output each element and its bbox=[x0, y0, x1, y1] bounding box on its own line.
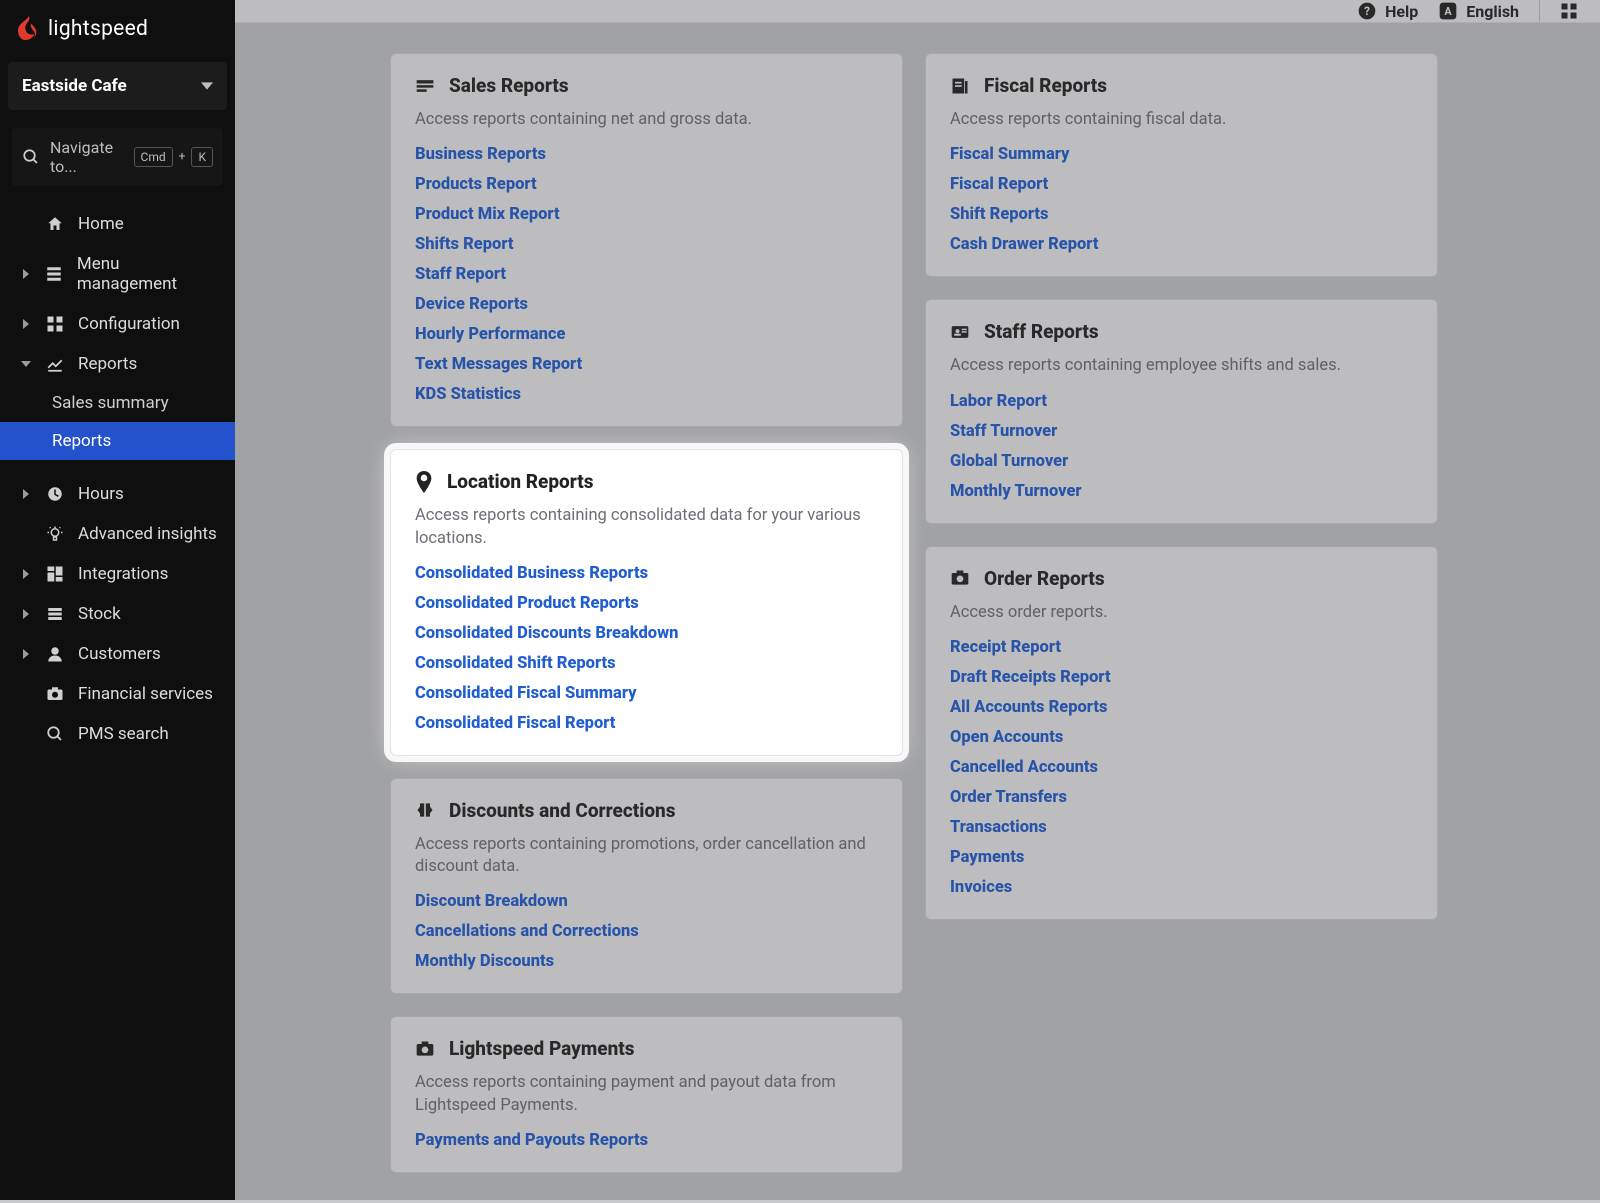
brand-name: lightspeed bbox=[48, 17, 148, 41]
user-icon bbox=[44, 645, 66, 663]
report-link[interactable]: Consolidated Fiscal Report bbox=[415, 714, 878, 733]
kbd-hint: Cmd + K bbox=[134, 147, 213, 167]
chevron-right-icon bbox=[20, 649, 32, 659]
tenant-switcher[interactable]: Eastside Cafe bbox=[8, 62, 227, 110]
nav-customers[interactable]: Customers bbox=[0, 634, 235, 674]
search-icon bbox=[44, 725, 66, 743]
nav-configuration[interactable]: Configuration bbox=[0, 304, 235, 344]
link-list: Consolidated Business Reports Consolidate… bbox=[415, 564, 878, 733]
lightbulb-icon bbox=[44, 525, 66, 543]
nav-financial-services[interactable]: Financial services bbox=[0, 674, 235, 714]
nav-stock[interactable]: Stock bbox=[0, 594, 235, 634]
nav-advanced-insights[interactable]: Advanced insights bbox=[0, 514, 235, 554]
location-pin-icon bbox=[415, 471, 433, 493]
dashboard-icon bbox=[44, 565, 66, 583]
nav-list: Home Menu management Configuration Repor… bbox=[0, 200, 235, 758]
main: ? Help A English Sales Reports Ac bbox=[235, 0, 1600, 1200]
chevron-right-icon bbox=[20, 489, 32, 499]
nav-hours[interactable]: Hours bbox=[0, 474, 235, 514]
camera-icon bbox=[44, 685, 66, 703]
report-link[interactable]: Consolidated Fiscal Summary bbox=[415, 684, 878, 703]
nav-reports[interactable]: Reports bbox=[0, 344, 235, 384]
chevron-right-icon bbox=[20, 609, 32, 619]
navigate-search[interactable]: Navigate to... Cmd + K bbox=[12, 128, 223, 186]
caret-down-icon bbox=[201, 80, 213, 92]
stack-icon bbox=[44, 605, 66, 623]
chevron-right-icon bbox=[20, 569, 32, 579]
search-icon bbox=[22, 148, 40, 166]
brand: lightspeed bbox=[0, 0, 235, 56]
chevron-down-icon bbox=[20, 360, 32, 368]
tenant-name: Eastside Cafe bbox=[22, 76, 127, 96]
navigate-placeholder: Navigate to... bbox=[50, 138, 124, 176]
nav-pms-search[interactable]: PMS search bbox=[0, 714, 235, 754]
report-link[interactable]: Consolidated Discounts Breakdown bbox=[415, 624, 878, 643]
card-title: Location Reports bbox=[447, 470, 594, 493]
report-link[interactable]: Consolidated Product Reports bbox=[415, 594, 878, 613]
nav-reports-sub[interactable]: Reports bbox=[0, 422, 235, 460]
nav-menu-management[interactable]: Menu management bbox=[0, 244, 235, 304]
home-icon bbox=[44, 215, 66, 233]
report-link[interactable]: Consolidated Shift Reports bbox=[415, 654, 878, 673]
chevron-right-icon bbox=[20, 269, 32, 279]
chart-icon bbox=[44, 355, 66, 373]
card-desc: Access reports containing consolidated d… bbox=[415, 505, 878, 550]
nav-sales-summary[interactable]: Sales summary bbox=[0, 384, 235, 422]
chevron-right-icon bbox=[20, 319, 32, 329]
nav-integrations[interactable]: Integrations bbox=[0, 554, 235, 594]
flame-icon bbox=[18, 16, 40, 42]
menu-icon bbox=[44, 265, 65, 283]
grid-icon bbox=[44, 315, 66, 333]
clock-icon bbox=[44, 485, 66, 503]
card-location-reports: Location Reports Access reports containi… bbox=[390, 449, 903, 756]
nav-home[interactable]: Home bbox=[0, 204, 235, 244]
report-link[interactable]: Consolidated Business Reports bbox=[415, 564, 878, 583]
sidebar: lightspeed Eastside Cafe Navigate to... … bbox=[0, 0, 235, 1200]
